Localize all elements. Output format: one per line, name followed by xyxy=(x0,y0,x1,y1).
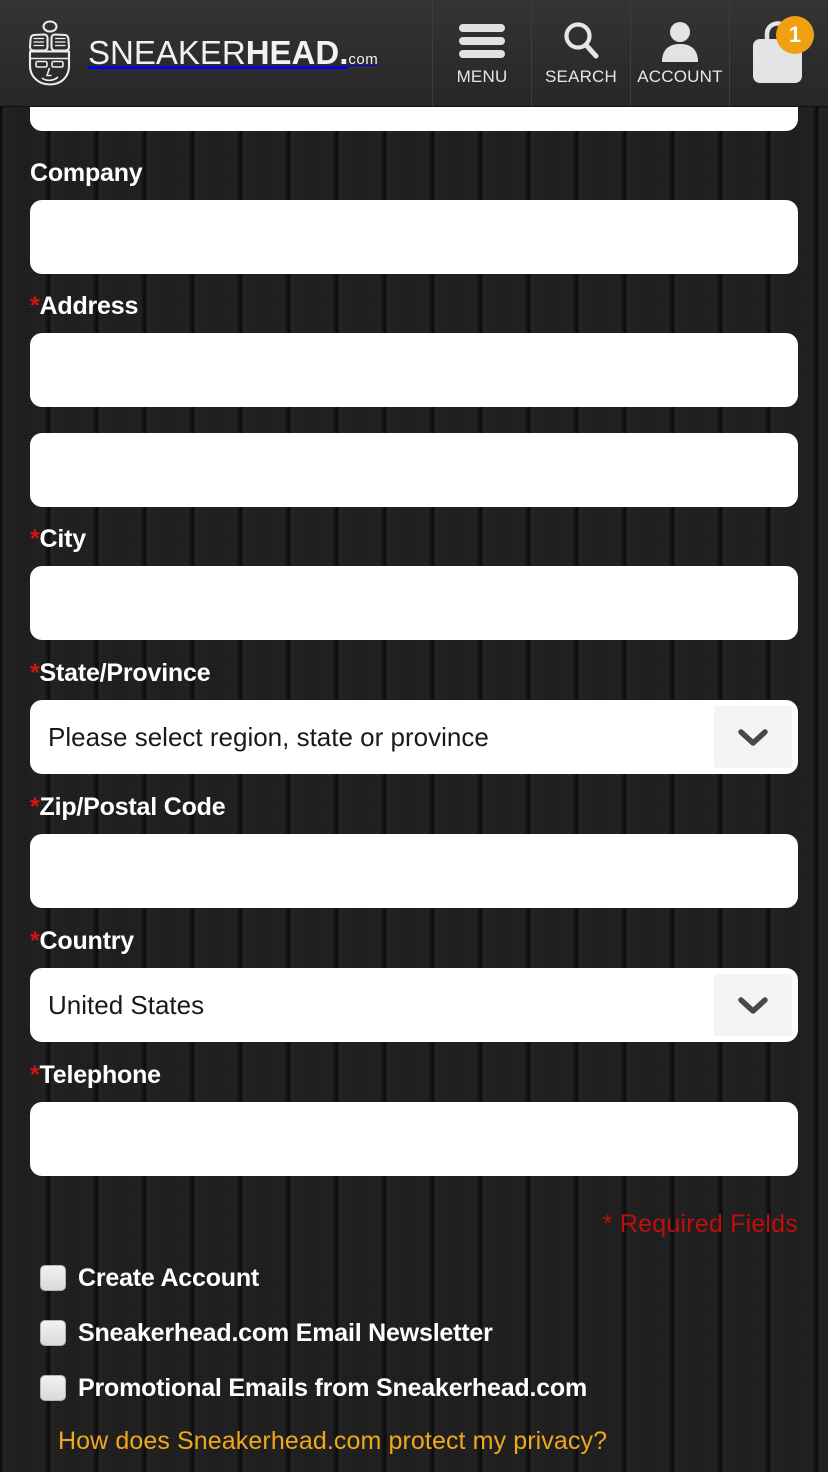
search-icon xyxy=(559,19,603,63)
zip-label: *Zip/Postal Code xyxy=(30,793,226,821)
country-select[interactable]: United States xyxy=(30,968,798,1042)
email-newsletter-checkbox[interactable] xyxy=(40,1320,66,1346)
logo-word-sneaker: SNEAKER xyxy=(88,34,246,71)
site-header: SNEAKER HEAD. com MENU SEARCH ACCOUNT 1 xyxy=(0,0,828,107)
email-newsletter-label: Sneakerhead.com Email Newsletter xyxy=(78,1318,493,1347)
privacy-link-row: How does Sneakerhead.com protect my priv… xyxy=(0,1401,828,1456)
account-button-label: ACCOUNT xyxy=(637,67,723,86)
privacy-policy-link[interactable]: How does Sneakerhead.com protect my priv… xyxy=(0,1427,607,1456)
create-account-checkbox[interactable] xyxy=(40,1265,66,1291)
account-button[interactable]: ACCOUNT xyxy=(630,0,729,106)
promotional-emails-label: Promotional Emails from Sneakerhead.com xyxy=(78,1373,588,1402)
required-fields-note: * Required Fields xyxy=(602,1210,798,1238)
create-account-label: Create Account xyxy=(78,1263,260,1292)
site-logo[interactable]: SNEAKER HEAD. com xyxy=(0,0,432,106)
company-input[interactable] xyxy=(30,200,798,274)
required-asterisk: * xyxy=(30,1061,40,1089)
field-row-telephone: *Telephone xyxy=(0,1042,828,1176)
city-label: *City xyxy=(30,525,86,553)
promotional-emails-checkbox[interactable] xyxy=(40,1375,66,1401)
field-row-address2 xyxy=(0,407,828,507)
telephone-label: *Telephone xyxy=(30,1061,161,1089)
region-select[interactable]: Please select region, state or province xyxy=(30,700,798,774)
field-row-zip: *Zip/Postal Code xyxy=(0,774,828,908)
required-asterisk: * xyxy=(30,292,40,320)
required-asterisk: * xyxy=(30,525,40,553)
required-asterisk: * xyxy=(30,927,40,955)
field-row-country: *Country United States xyxy=(0,908,828,1042)
city-input[interactable] xyxy=(30,566,798,640)
field-row-region: *State/Province Please select region, st… xyxy=(0,640,828,774)
field-row-company: Company xyxy=(0,157,828,274)
address-form: Company *Address *City *State/Province P… xyxy=(0,107,828,1456)
hamburger-menu-icon xyxy=(459,19,505,63)
company-label: Company xyxy=(30,159,143,187)
zip-input[interactable] xyxy=(30,834,798,908)
menu-button[interactable]: MENU xyxy=(432,0,531,106)
checkbox-row-create-account[interactable]: Create Account xyxy=(0,1239,828,1291)
region-select-value: Please select region, state or province xyxy=(48,721,489,752)
cart-button[interactable]: 1 xyxy=(729,0,828,106)
site-logo-wordmark: SNEAKER HEAD. com xyxy=(88,34,378,72)
required-asterisk: * xyxy=(30,659,40,687)
page-background: SNEAKER HEAD. com MENU SEARCH ACCOUNT 1 … xyxy=(0,0,828,1472)
cart-count-badge: 1 xyxy=(776,16,814,54)
logo-dot: . xyxy=(339,34,349,71)
logo-word-head: HEAD xyxy=(245,34,340,71)
telephone-input[interactable] xyxy=(30,1102,798,1176)
checkbox-row-email-newsletter[interactable]: Sneakerhead.com Email Newsletter xyxy=(0,1291,828,1346)
country-label: *Country xyxy=(30,927,134,955)
checkbox-row-promotional-emails[interactable]: Promotional Emails from Sneakerhead.com xyxy=(0,1346,828,1401)
required-asterisk: * xyxy=(30,793,40,821)
chevron-down-icon[interactable] xyxy=(714,706,792,768)
address-line2-input[interactable] xyxy=(30,433,798,507)
field-row-clipped xyxy=(0,107,828,157)
field-row-address: *Address xyxy=(0,274,828,407)
account-person-icon xyxy=(659,19,701,63)
menu-button-label: MENU xyxy=(456,67,508,86)
address-line1-input[interactable] xyxy=(30,333,798,407)
country-select-value: United States xyxy=(48,989,205,1020)
search-button-label: SEARCH xyxy=(544,67,618,86)
region-label: *State/Province xyxy=(30,659,211,687)
sneakerhead-face-logo-icon xyxy=(22,18,78,88)
address-label: *Address xyxy=(30,292,139,320)
lastname-input-clipped[interactable] xyxy=(30,107,798,131)
field-row-city: *City xyxy=(0,507,828,640)
search-button[interactable]: SEARCH xyxy=(531,0,630,106)
logo-tld: com xyxy=(348,51,379,68)
chevron-down-icon[interactable] xyxy=(714,974,792,1036)
